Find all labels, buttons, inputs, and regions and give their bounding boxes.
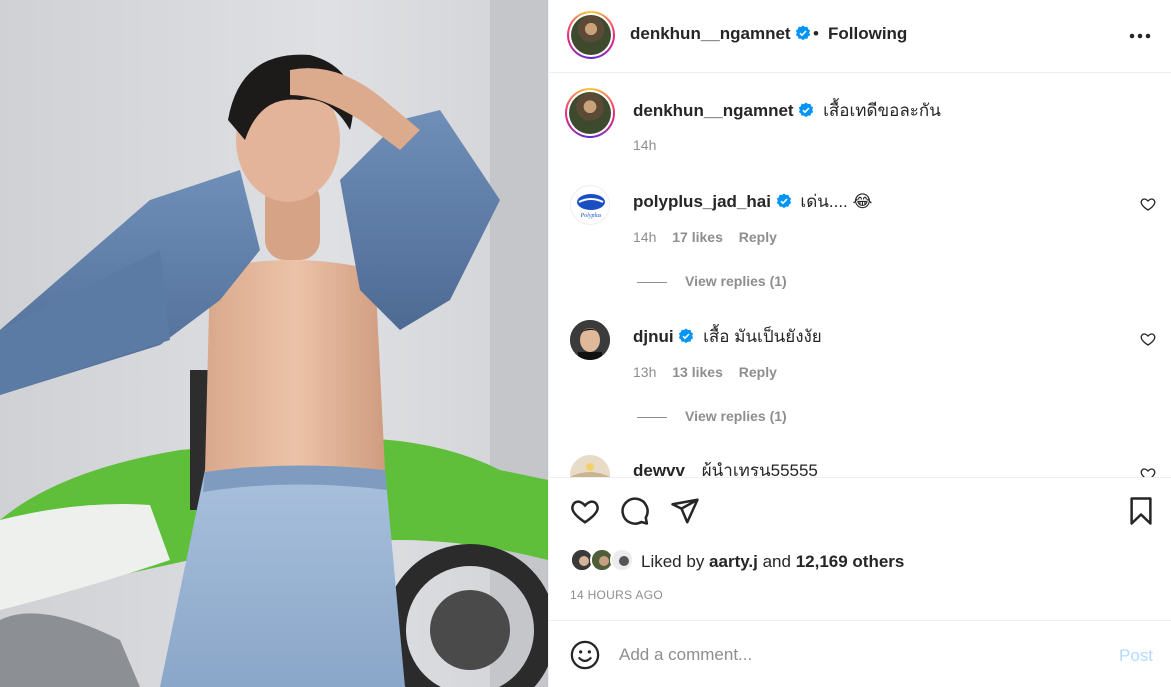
comment-text-line: polyplus_jad_hai เด่น.... 😂 [633, 188, 872, 215]
comment-text: เสื้อ มันเป็นยังงัย [703, 327, 822, 346]
post-details-panel: denkhun__ngamnet • Following denkhun__ng… [548, 0, 1171, 687]
reply-button[interactable]: Reply [739, 364, 777, 380]
verified-badge-icon [776, 193, 791, 209]
author-username-line: denkhun__ngamnet [630, 24, 811, 44]
comment-like-heart-icon[interactable] [1140, 331, 1156, 347]
likes-count[interactable]: 12,169 others [796, 552, 905, 571]
view-replies-label: View replies (1) [685, 273, 787, 289]
commenter-avatar[interactable] [570, 320, 610, 360]
more-horizontal-icon[interactable] [1129, 33, 1151, 39]
liker-avatar [610, 548, 634, 572]
post-timestamp: 14 HOURS AGO [570, 588, 663, 602]
reply-button[interactable]: Reply [739, 229, 777, 245]
svg-text:Polyplus: Polyplus [580, 213, 603, 219]
emoji-icon[interactable] [570, 640, 600, 670]
paper-plane-icon[interactable] [670, 496, 700, 526]
post-comment-button[interactable]: Post [1119, 646, 1153, 666]
post-image[interactable] [0, 0, 548, 687]
verified-badge-icon [679, 328, 694, 344]
liked-by-mid: and [757, 552, 796, 571]
post-header: denkhun__ngamnet • Following [549, 0, 1171, 73]
author-avatar[interactable] [567, 11, 615, 59]
comments-list[interactable]: denkhun__ngamnet เสื้อเทดีขอละกัน 14h Po… [549, 74, 1171, 477]
comment-input[interactable] [619, 639, 1099, 671]
caption-author-avatar[interactable] [565, 88, 615, 138]
following-button[interactable]: Following [828, 24, 907, 44]
caption-text-line: denkhun__ngamnet เสื้อเทดีขอละกัน [633, 97, 941, 124]
comment-composer: Post [549, 620, 1171, 687]
comment-username[interactable]: polyplus_jad_hai [633, 192, 771, 211]
comment-meta: 13h 13 likes Reply [633, 364, 789, 380]
view-replies-button[interactable]: View replies (1) [637, 408, 787, 424]
header-separator: • [813, 24, 819, 43]
post-actions: Liked by aarty.j and 12,169 others 14 HO… [549, 477, 1171, 617]
comment-likes[interactable]: 13 likes [672, 364, 723, 380]
comment-username[interactable]: djnui [633, 327, 674, 346]
comment-text-line: dewvv ผู้นำเทรน55555 [633, 457, 818, 477]
comment-time: 14h [633, 229, 657, 245]
view-replies-label: View replies (1) [685, 408, 787, 424]
bookmark-icon[interactable] [1126, 496, 1156, 526]
comment-bubble-icon[interactable] [620, 496, 650, 526]
liked-by-prefix: Liked by [641, 552, 710, 571]
post-photo-illustration [0, 0, 548, 687]
caption-author-username[interactable]: denkhun__ngamnet [633, 101, 794, 120]
comment-meta: 14h 17 likes Reply [633, 229, 789, 245]
comment-like-heart-icon[interactable] [1140, 466, 1156, 477]
commenter-avatar[interactable]: Polyplus [570, 185, 610, 225]
view-replies-button[interactable]: View replies (1) [637, 273, 787, 289]
caption-time: 14h [633, 137, 657, 153]
heart-icon[interactable] [570, 496, 600, 526]
author-username[interactable]: denkhun__ngamnet [630, 24, 791, 43]
comment-text: เด่น.... 😂 [800, 192, 873, 211]
replies-divider [637, 281, 667, 283]
verified-badge-icon [799, 102, 814, 118]
caption-text: เสื้อเทดีขอละกัน [823, 101, 941, 120]
caption-meta: 14h [633, 137, 668, 153]
liked-by-text: Liked by aarty.j and 12,169 others [641, 552, 904, 572]
comment-text: ผู้นำเทรน55555 [701, 461, 818, 477]
comment-username[interactable]: dewvv [633, 461, 685, 477]
replies-divider [637, 416, 667, 418]
comment-likes[interactable]: 17 likes [672, 229, 723, 245]
commenter-avatar[interactable] [570, 455, 610, 477]
verified-badge-icon [796, 25, 811, 41]
comment-like-heart-icon[interactable] [1140, 196, 1156, 212]
liked-by-user[interactable]: aarty.j [709, 552, 758, 571]
comment-text-line: djnui เสื้อ มันเป็นยังงัย [633, 323, 822, 350]
comment-time: 13h [633, 364, 657, 380]
